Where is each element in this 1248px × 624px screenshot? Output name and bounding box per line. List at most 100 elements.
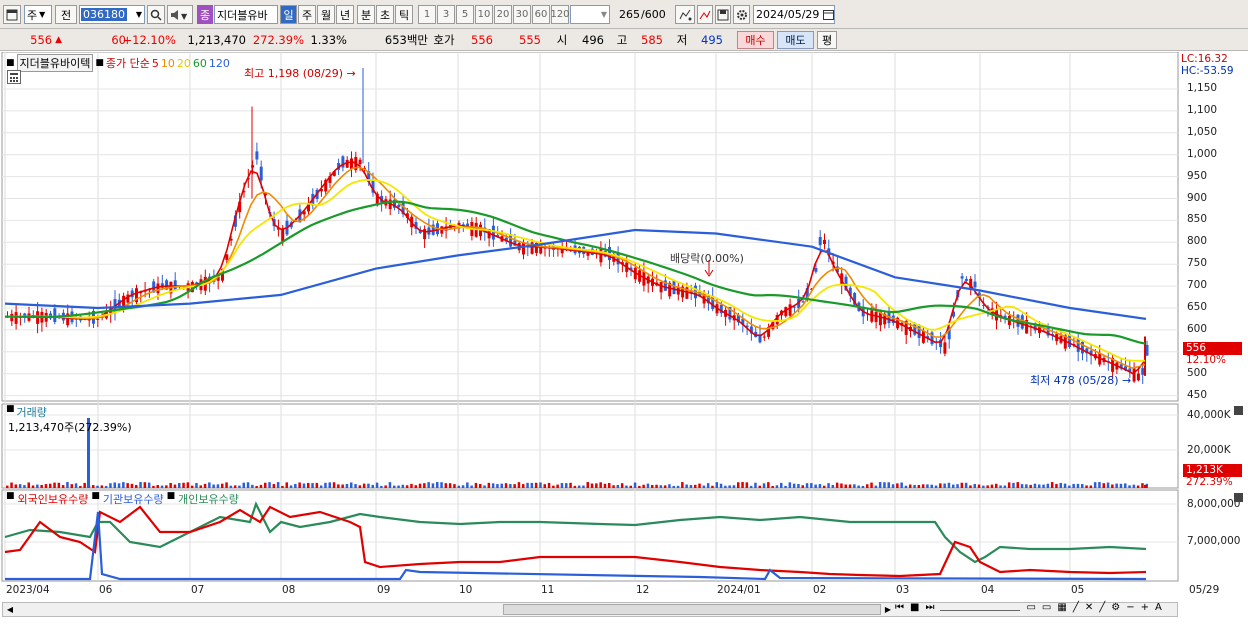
volume-pct: 272.39% — [252, 33, 304, 47]
volume-bar — [844, 484, 847, 488]
volume-bar — [496, 484, 499, 488]
save-icon[interactable] — [715, 5, 731, 24]
volume-bar — [638, 485, 641, 488]
font-size-icon[interactable]: A — [1155, 602, 1162, 613]
market-type-select[interactable]: 주 ▼ — [24, 5, 52, 24]
interval-button-5[interactable]: 5 — [456, 5, 474, 24]
volume-bar — [122, 482, 125, 488]
sell-button[interactable]: 매도 — [777, 31, 814, 49]
next-icon[interactable]: ⏭ — [925, 602, 934, 613]
volume-bar — [784, 485, 787, 488]
interval-button-3[interactable]: 3 — [437, 5, 455, 24]
gear-icon[interactable] — [733, 5, 750, 24]
line-tool-icon[interactable]: ╱ — [1099, 602, 1105, 613]
buy-button[interactable]: 매수 — [737, 31, 774, 49]
volume-bar — [1068, 485, 1071, 488]
volume-bar — [74, 483, 78, 488]
volume-bar — [109, 483, 112, 488]
period-year-button[interactable]: 년 — [336, 5, 354, 24]
stock-chart[interactable] — [0, 51, 1248, 621]
x-tick-label: 2023/04 — [6, 584, 50, 596]
volume-bar — [573, 485, 577, 488]
scroll-left-icon[interactable]: ◀ — [3, 603, 17, 616]
candle-body — [659, 282, 663, 293]
interval-button-10[interactable]: 10 — [475, 5, 493, 24]
period-tick-button[interactable]: 틱 — [395, 5, 413, 24]
volume-bar — [758, 485, 761, 488]
volume-bar — [1136, 485, 1140, 488]
candle-body — [1132, 368, 1136, 382]
prev-button[interactable]: 전 — [55, 5, 77, 24]
interval-button-1[interactable]: 1 — [418, 5, 436, 24]
volume-bar — [1050, 482, 1054, 488]
volume-bar — [934, 485, 938, 488]
grid-icon[interactable]: ▦ — [1057, 602, 1066, 613]
chart-tools-icon[interactable] — [675, 5, 695, 24]
volume-bar — [539, 482, 542, 488]
volume-bar — [173, 484, 177, 488]
close-panel-icon[interactable] — [1234, 406, 1243, 415]
date-input[interactable]: 2024/05/29 — [753, 5, 835, 24]
volume-bar — [827, 483, 830, 488]
ma-60-label: 60 — [192, 56, 207, 70]
volume-bar — [362, 483, 366, 488]
volume-tick-2: 20,000K — [1187, 444, 1231, 456]
volume-legend: ■ 거래량 — [6, 404, 47, 420]
period-sec-button[interactable]: 초 — [376, 5, 394, 24]
close-panel-icon[interactable] — [1234, 493, 1243, 502]
eval-button[interactable]: 평 — [817, 31, 837, 49]
volume-bar — [526, 482, 529, 488]
volume-bar — [960, 482, 964, 488]
cross-icon[interactable]: ✕ — [1085, 602, 1093, 613]
interval-button-120[interactable]: 120 — [550, 5, 570, 24]
volume-bar — [100, 485, 104, 488]
volume-bar — [646, 483, 650, 488]
candle-body — [156, 283, 160, 294]
count-total: /600 — [641, 8, 666, 21]
volume-bar — [289, 485, 293, 488]
price-tick: 1,050 — [1187, 125, 1218, 138]
period-month-button[interactable]: 월 — [317, 5, 335, 24]
zoom-out-icon[interactable]: − — [1126, 602, 1134, 613]
volume-bar — [818, 484, 822, 488]
period-week-button[interactable]: 주 — [298, 5, 316, 24]
speaker-icon[interactable]: ▼ — [167, 5, 193, 24]
volume-bar — [939, 483, 942, 488]
stock-name-field[interactable]: 지더블유바 — [214, 5, 278, 24]
volume-bar — [848, 484, 852, 488]
interval-button-20[interactable]: 20 — [494, 5, 512, 24]
calculator-icon[interactable] — [7, 70, 21, 84]
chart-area[interactable]: ■ 지더블유바이텍 ■ 종가 단순 5 10 20 60 120 최고 1,19… — [0, 51, 1248, 621]
stock-title-tab[interactable]: 지더블유바이텍 — [16, 54, 94, 72]
interval-button-30[interactable]: 30 — [513, 5, 531, 24]
volume-bar — [358, 485, 362, 488]
volume-bar — [255, 485, 258, 488]
volume-bar — [375, 482, 379, 488]
code-input[interactable]: 036180 ▼ — [79, 5, 145, 24]
volume-bar — [582, 485, 585, 488]
stop-icon[interactable]: ■ — [910, 602, 919, 613]
search-icon[interactable] — [147, 5, 165, 24]
window-icon[interactable] — [3, 5, 21, 24]
volume-bar — [221, 483, 224, 488]
volume-bar — [479, 484, 482, 488]
settings-icon[interactable]: ⚙ — [1111, 602, 1120, 613]
volume-bar — [436, 482, 439, 488]
first-icon[interactable]: ⏮ — [895, 602, 904, 613]
interval-select[interactable]: ▼ — [570, 5, 610, 24]
period-day-button[interactable]: 일 — [280, 5, 297, 24]
layout-icon[interactable]: ▭ — [1026, 602, 1035, 613]
interval-button-60[interactable]: 60 — [532, 5, 550, 24]
arrow-right-icon: → — [346, 67, 356, 80]
zoom-slider[interactable] — [940, 605, 1021, 611]
volume-bar — [466, 482, 469, 488]
volume-bar — [883, 482, 886, 488]
layout-icon[interactable]: ▭ — [1042, 602, 1051, 613]
line-tool-icon[interactable]: ╱ — [1073, 602, 1079, 613]
trend-icon[interactable] — [697, 5, 713, 24]
scroll-right-icon[interactable]: ▶ — [881, 603, 895, 616]
period-min-button[interactable]: 분 — [357, 5, 375, 24]
zoom-in-icon[interactable]: + — [1141, 602, 1149, 613]
scrollbar-thumb[interactable] — [503, 604, 881, 615]
holder-tick-1: 8,000,000 — [1187, 498, 1241, 510]
